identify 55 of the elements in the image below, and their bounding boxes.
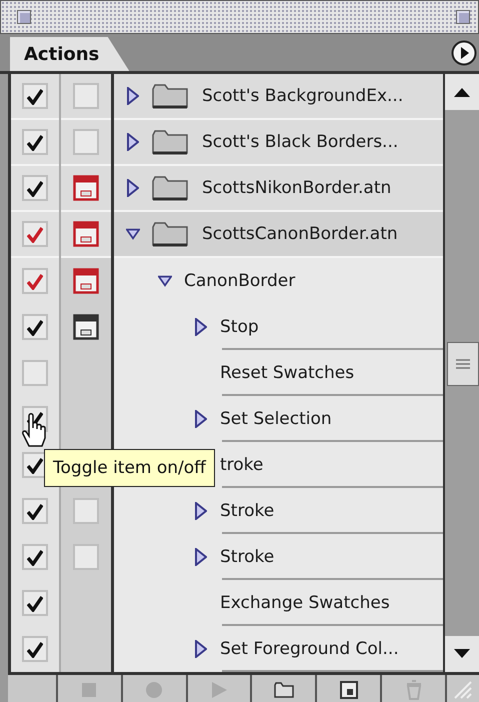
command-name[interactable]: troke: [220, 455, 264, 475]
toggle-checkbox[interactable]: [22, 590, 48, 616]
toggle-checkbox[interactable]: [22, 360, 48, 386]
toggle-checkbox[interactable]: [22, 268, 48, 294]
toggle-checkbox[interactable]: [22, 498, 48, 524]
command-name[interactable]: Set Foreground Col...: [220, 639, 399, 659]
up-arrow-icon: [454, 87, 470, 97]
collapsed-triangle-icon[interactable]: [195, 502, 207, 520]
new-action-icon: [338, 679, 360, 701]
resize-grip-icon[interactable]: [452, 680, 473, 700]
command-name[interactable]: Set Selection: [220, 409, 332, 429]
dialog-toggle[interactable]: [73, 83, 99, 109]
collapsed-triangle-icon[interactable]: [127, 133, 139, 151]
toggle-checkbox[interactable]: [22, 83, 48, 109]
command-name[interactable]: Reset Swatches: [220, 363, 354, 383]
toggle-checkbox[interactable]: [22, 636, 48, 662]
folder-icon: [152, 83, 188, 109]
dialog-icon[interactable]: [73, 221, 99, 247]
folder-icon: [152, 129, 188, 155]
scroll-down-button[interactable]: [445, 636, 479, 672]
action-name[interactable]: CanonBorder: [184, 271, 296, 291]
dialog-toggle[interactable]: [73, 544, 99, 570]
hand-cursor-icon: [20, 412, 48, 448]
expanded-triangle-icon[interactable]: [158, 275, 172, 287]
command-name[interactable]: Exchange Swatches: [220, 593, 390, 613]
expanded-triangle-icon[interactable]: [126, 228, 140, 240]
dialog-toggle[interactable]: [73, 498, 99, 524]
collapsed-triangle-icon[interactable]: [195, 640, 207, 658]
collapsed-triangle-icon[interactable]: [195, 318, 207, 336]
palette-menu-icon[interactable]: [451, 40, 477, 66]
toggle-checkbox[interactable]: [22, 221, 48, 247]
dialog-icon[interactable]: [73, 175, 99, 201]
toggle-checkbox[interactable]: [22, 544, 48, 570]
toggle-checkbox[interactable]: [22, 314, 48, 340]
command-name[interactable]: Stroke: [220, 501, 274, 521]
command-name[interactable]: Stop: [220, 317, 259, 337]
actions-tab[interactable]: Actions: [10, 37, 130, 71]
scroll-up-button[interactable]: [445, 74, 479, 110]
close-box-icon[interactable]: [17, 10, 31, 24]
toggle-checkbox[interactable]: [22, 129, 48, 155]
collapsed-triangle-icon[interactable]: [195, 410, 207, 428]
folder-icon: [152, 221, 188, 247]
down-arrow-icon: [454, 649, 470, 659]
dialog-icon[interactable]: [73, 268, 99, 294]
dialog-toggle[interactable]: [73, 129, 99, 155]
collapsed-triangle-icon[interactable]: [195, 548, 207, 566]
collapsed-triangle-icon[interactable]: [127, 87, 139, 105]
folder-icon: [152, 175, 188, 201]
scroll-thumb[interactable]: [447, 342, 479, 386]
zoom-box-icon[interactable]: [456, 10, 470, 24]
toggle-checkbox[interactable]: [22, 175, 48, 201]
command-name[interactable]: Stroke: [220, 547, 274, 567]
tooltip: Toggle item on/off: [44, 449, 215, 487]
dialog-icon[interactable]: [73, 314, 99, 340]
collapsed-triangle-icon[interactable]: [127, 179, 139, 197]
